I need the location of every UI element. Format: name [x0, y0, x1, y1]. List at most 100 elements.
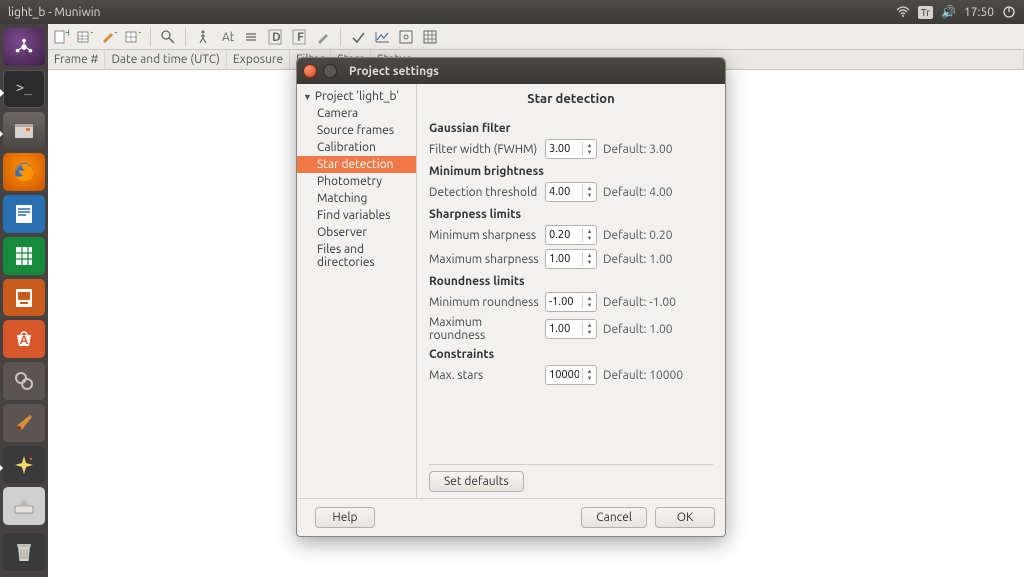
spin-arrows-icon[interactable]: ▲▼	[582, 322, 596, 336]
setting-default: Default: 1.00	[603, 323, 673, 336]
setting-default: Default: 1.00	[603, 253, 673, 266]
launcher-software-center[interactable]: A	[3, 320, 45, 358]
dialog-close-icon[interactable]	[303, 64, 317, 78]
col-datetime[interactable]: Date and time (UTC)	[105, 50, 226, 69]
tree-item-source-frames[interactable]: Source frames	[297, 122, 416, 139]
setting-spinbox[interactable]: ▲▼	[545, 292, 597, 312]
setting-row: Minimum sharpness▲▼Default: 0.20	[429, 225, 713, 245]
power-icon[interactable]	[1002, 5, 1016, 19]
setting-default: Default: 4.00	[603, 186, 673, 199]
dialog-footer: Help Cancel OK	[297, 498, 725, 536]
tree-item-camera[interactable]: Camera	[297, 105, 416, 122]
keyboard-indicator[interactable]: Tr	[918, 6, 933, 19]
setting-input[interactable]	[546, 226, 582, 244]
dialog-title: Project settings	[349, 65, 439, 78]
tree-item-find-variables[interactable]: Find variables	[297, 207, 416, 224]
tool-zoom-icon[interactable]	[159, 28, 177, 46]
setting-spinbox[interactable]: ▲▼	[545, 249, 597, 269]
setting-row: Max. stars▲▼Default: 10000	[429, 365, 713, 385]
setting-spinbox[interactable]: ▲▼	[545, 319, 597, 339]
set-defaults-button[interactable]: Set defaults	[429, 471, 524, 492]
launcher-firefox[interactable]	[3, 153, 45, 191]
tool-grid2-icon[interactable]	[421, 28, 439, 46]
spin-arrows-icon[interactable]: ▲▼	[582, 252, 596, 266]
setting-row: Maximum roundness▲▼Default: 1.00	[429, 316, 713, 342]
svg-text:A: A	[20, 334, 29, 347]
tree-item-calibration[interactable]: Calibration	[297, 139, 416, 156]
tool-check-icon[interactable]	[349, 28, 367, 46]
tool-walk-icon[interactable]	[194, 28, 212, 46]
col-exposure[interactable]: Exposure	[227, 50, 290, 69]
setting-input[interactable]	[546, 293, 582, 311]
setting-default: Default: 0.20	[603, 229, 673, 242]
tool-pencil-icon[interactable]	[314, 28, 332, 46]
tool-edit-add-icon[interactable]: +	[100, 28, 118, 46]
setting-row: Minimum roundness▲▼Default: -1.00	[429, 292, 713, 312]
setting-row: Maximum sharpness▲▼Default: 1.00	[429, 249, 713, 269]
clock[interactable]: 17:50	[964, 6, 994, 19]
setting-label: Minimum roundness	[429, 296, 539, 309]
tree-item-files-and-directories[interactable]: Files and directories	[297, 241, 416, 271]
caret-down-icon: ▼	[303, 92, 312, 102]
launcher-brush-app[interactable]	[3, 404, 45, 442]
cancel-button[interactable]: Cancel	[581, 507, 647, 528]
dialog-titlebar[interactable]: Project settings	[297, 58, 725, 84]
setting-spinbox[interactable]: ▲▼	[545, 182, 597, 202]
tree-item-observer[interactable]: Observer	[297, 224, 416, 241]
setting-label: Filter width (FWHM)	[429, 143, 539, 156]
tool-text-icon[interactable]: Ab	[218, 28, 236, 46]
launcher-files[interactable]	[3, 112, 45, 150]
launcher-writer[interactable]	[3, 195, 45, 233]
setting-spinbox[interactable]: ▲▼	[545, 139, 597, 159]
launcher-settings[interactable]	[3, 362, 45, 400]
svg-text:+: +	[90, 29, 93, 39]
spin-arrows-icon[interactable]: ▲▼	[582, 185, 596, 199]
svg-text:F: F	[297, 31, 304, 44]
launcher-drive[interactable]	[3, 487, 45, 525]
launcher-dash[interactable]	[3, 28, 45, 66]
tree-item-photometry[interactable]: Photometry	[297, 173, 416, 190]
tool-f-icon[interactable]: F	[290, 28, 308, 46]
setting-label: Max. stars	[429, 369, 539, 382]
col-frame[interactable]: Frame #	[48, 50, 105, 69]
tree-root[interactable]: ▼Project 'light_b'	[297, 88, 416, 105]
setting-label: Detection threshold	[429, 186, 539, 199]
tree-item-matching[interactable]: Matching	[297, 190, 416, 207]
wifi-icon[interactable]	[896, 6, 910, 18]
setting-input[interactable]	[546, 183, 582, 201]
svg-text:+: +	[138, 29, 141, 39]
spin-arrows-icon[interactable]: ▲▼	[582, 142, 596, 156]
svg-text:Ab: Ab	[222, 31, 234, 44]
setting-input[interactable]	[546, 320, 582, 338]
tool-grid-add2-icon[interactable]: +	[124, 28, 142, 46]
unity-launcher: >_ A	[0, 24, 48, 577]
setting-spinbox[interactable]: ▲▼	[545, 225, 597, 245]
tool-grid-add-icon[interactable]: +	[76, 28, 94, 46]
help-button[interactable]: Help	[315, 507, 375, 528]
spin-arrows-icon[interactable]: ▲▼	[582, 228, 596, 242]
group-heading: Gaussian filter	[429, 122, 713, 135]
launcher-impress[interactable]	[3, 279, 45, 317]
tool-lines-icon[interactable]	[242, 28, 260, 46]
launcher-terminal[interactable]: >_	[3, 70, 45, 108]
svg-text:+: +	[65, 29, 69, 39]
launcher-trash[interactable]	[3, 533, 45, 571]
launcher-star-app[interactable]	[3, 446, 45, 484]
spin-arrows-icon[interactable]: ▲▼	[582, 295, 596, 309]
panel-title: Star detection	[429, 92, 713, 106]
tool-d-icon[interactable]: D	[266, 28, 284, 46]
group-heading: Roundness limits	[429, 275, 713, 288]
setting-spinbox[interactable]: ▲▼	[545, 365, 597, 385]
setting-input[interactable]	[546, 140, 582, 158]
launcher-calc[interactable]	[3, 237, 45, 275]
setting-input[interactable]	[546, 366, 582, 384]
tree-item-star-detection[interactable]: Star detection	[297, 156, 416, 173]
tool-target-icon[interactable]	[397, 28, 415, 46]
setting-input[interactable]	[546, 250, 582, 268]
dialog-minimize-icon[interactable]	[323, 64, 337, 78]
tool-chart-icon[interactable]	[373, 28, 391, 46]
spin-arrows-icon[interactable]: ▲▼	[582, 368, 596, 382]
tool-new-icon[interactable]: +	[52, 28, 70, 46]
ok-button[interactable]: OK	[655, 507, 715, 528]
sound-icon[interactable]: 🔊	[941, 5, 956, 19]
